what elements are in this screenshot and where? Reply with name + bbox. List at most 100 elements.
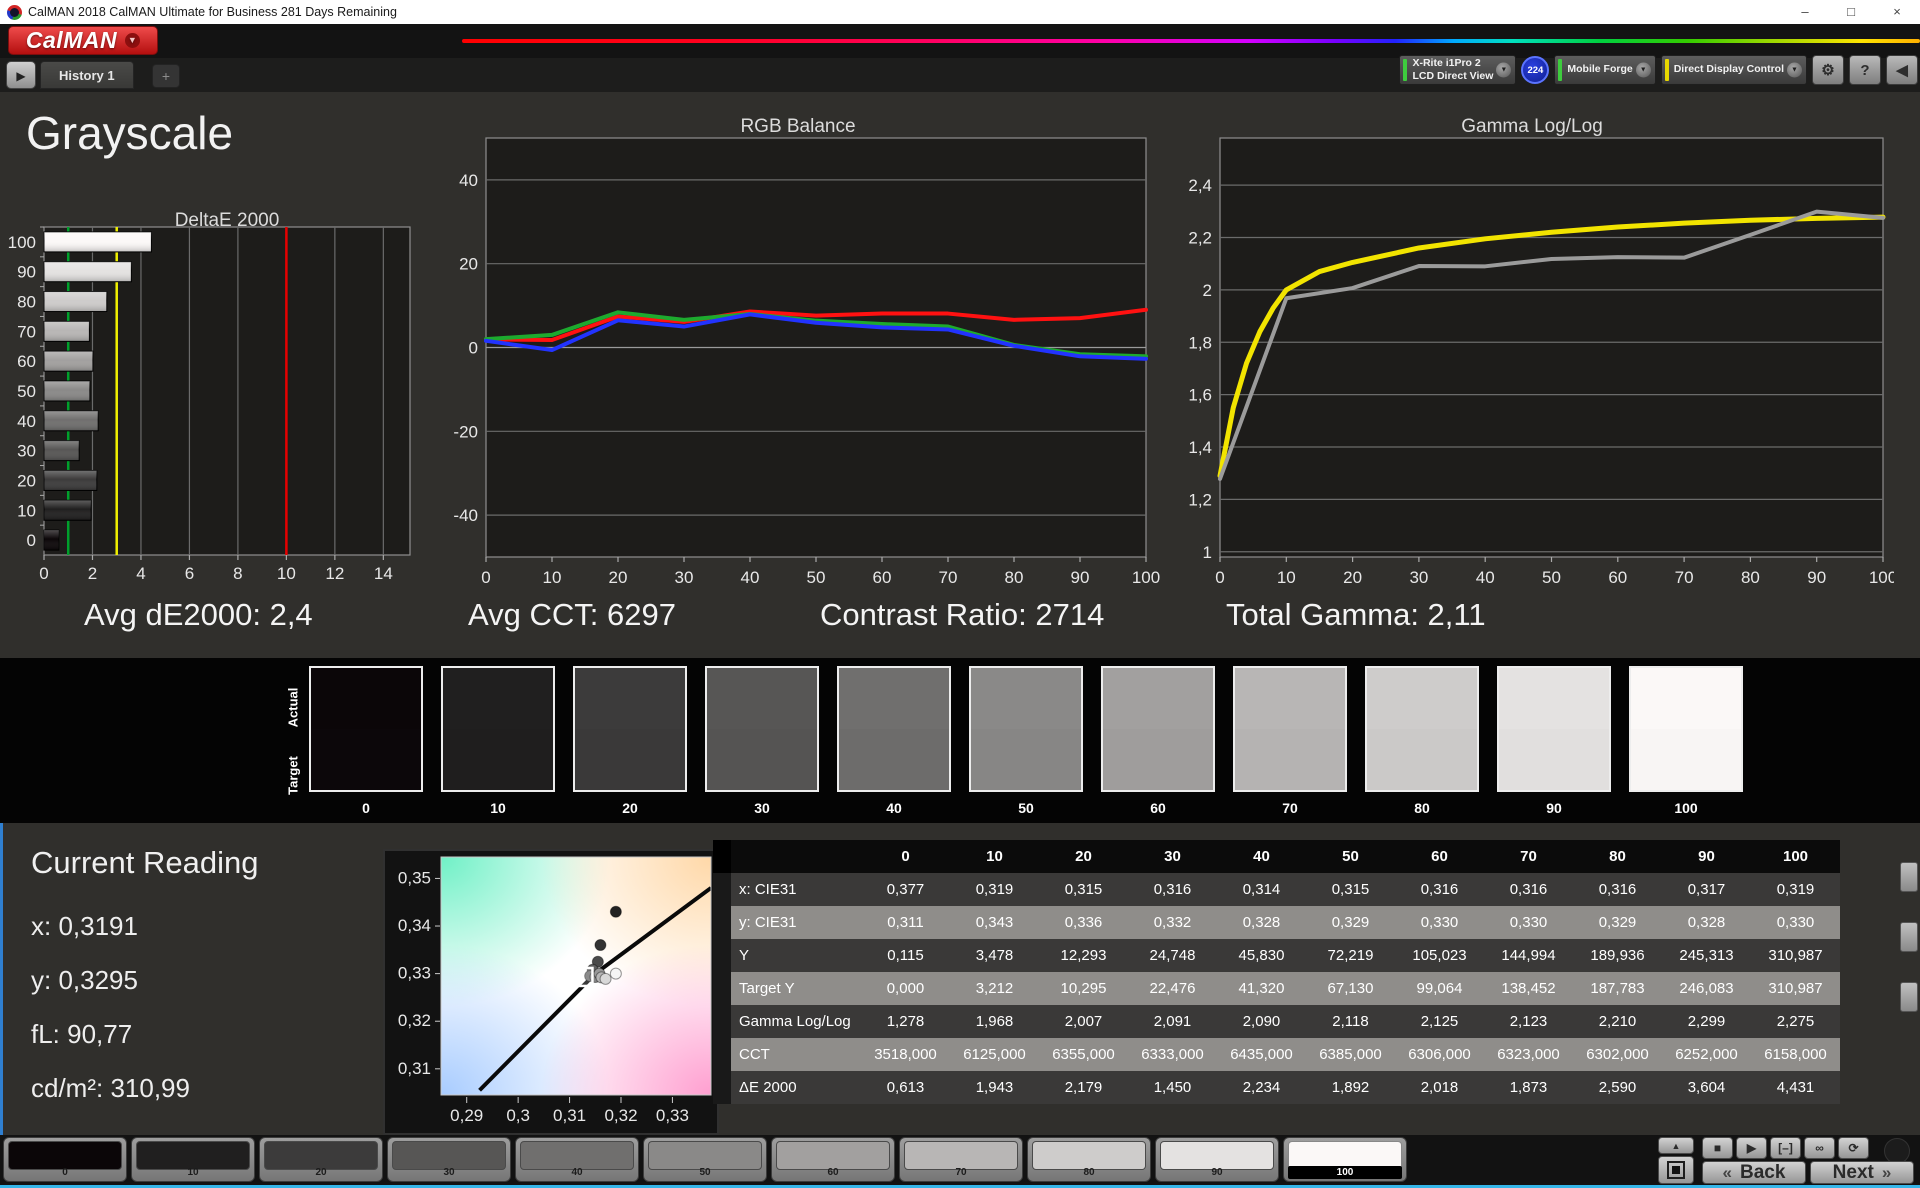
patch-button-80[interactable]: 80 [1027,1137,1151,1182]
close-button[interactable]: × [1874,0,1920,24]
play-button[interactable]: ▶ [1736,1137,1767,1159]
spectrum-bar [462,39,1920,43]
patch-button-30[interactable]: 30 [387,1137,511,1182]
column-header-60: 60 [1395,840,1484,873]
page-title: Grayscale [26,107,234,159]
patch-button-90[interactable]: 90 [1155,1137,1279,1182]
patch-label: 30 [443,1167,455,1178]
patch-button-50[interactable]: 50 [643,1137,767,1182]
table-cell: 310,987 [1751,972,1840,1005]
collapse-panel-button[interactable]: ◀ [1886,55,1918,85]
patch-button-40[interactable]: 40 [515,1137,639,1182]
loop-button[interactable]: ∞ [1804,1137,1835,1159]
table-cell: 0,311 [861,906,950,939]
svg-text:14: 14 [374,564,393,583]
calman-menu-button[interactable]: CalMAN ▼ [8,26,158,55]
back-button[interactable]: « Back [1702,1161,1806,1184]
svg-text:10: 10 [543,568,562,587]
table-cell: 6333,000 [1128,1038,1217,1071]
calman-window: CalMAN 2018 CalMAN Ultimate for Business… [0,0,1920,1188]
table-cell: 3,478 [950,939,1039,972]
table-cell: 2,123 [1484,1005,1573,1038]
help-button[interactable]: ? [1849,55,1881,85]
grayscale-layout: Grayscale DeltaE 2000 RGB Balance Gamma … [0,92,1920,658]
svg-text:100: 100 [8,233,36,252]
table-cell: 1,450 [1128,1071,1217,1104]
maximize-button[interactable]: □ [1828,0,1874,24]
refresh-icon: ⟳ [1848,1141,1859,1155]
refresh-button[interactable]: ⟳ [1838,1137,1869,1159]
table-gutter [713,972,731,1005]
gamma-chart: 2,4 2,2 2 1,8 1,6 1,4 1,2 10 10 20 30 40 50 60 70 80 90 1… [1188,137,1894,587]
svg-text:30: 30 [675,568,694,587]
patch-label: 40 [571,1167,583,1178]
svg-text:10: 10 [17,501,36,520]
measurement-point [599,972,612,985]
table-cell: 1,892 [1306,1071,1395,1104]
stop-button[interactable]: ■ [1702,1137,1733,1159]
row-label: Y [731,939,861,972]
gear-icon: ⚙ [1821,62,1835,79]
table-cell: 0,315 [1039,873,1128,906]
stop-icon: ■ [1713,1141,1722,1155]
table-cell: 0,336 [1039,906,1128,939]
column-header-80: 80 [1573,840,1662,873]
panel-edge-handle[interactable] [1900,982,1918,1012]
patch-button-20[interactable]: 20 [259,1137,383,1182]
table-cell: 10,295 [1039,972,1128,1005]
swatch-target [311,729,421,790]
swatch-label: 70 [1282,800,1298,816]
next-button[interactable]: Next » [1810,1161,1914,1184]
rgb-balance-chart: 40 20 0 -20 -40 0 10 20 30 40 50 60 70 80 90 100 [453,137,1160,587]
swatch-target [1499,729,1609,790]
row-label: Gamma Log/Log [731,1005,861,1038]
panel-edge-handle[interactable] [1900,862,1918,892]
add-tab-button[interactable]: + [152,64,180,88]
swatch-90 [1497,666,1611,792]
svg-text:0,33: 0,33 [398,964,431,983]
table-cell: 1,278 [861,1005,950,1038]
patch-button-100[interactable]: 100 [1283,1137,1407,1182]
swatch-label: 30 [754,800,770,816]
table-cell: 1,943 [950,1071,1039,1104]
swatch-30 [705,666,819,792]
svg-text:0: 0 [1215,568,1224,587]
swatch-50 [969,666,1083,792]
patch-button-10[interactable]: 10 [131,1137,255,1182]
table-cell: 0,316 [1484,873,1573,906]
row-label: x: CIE31 [731,873,861,906]
pattern-window-button[interactable] [1658,1156,1694,1184]
target-point-square [573,966,594,988]
patch-button-70[interactable]: 70 [899,1137,1023,1182]
patch-button-60[interactable]: 60 [771,1137,895,1182]
tab-history-1[interactable]: History 1 [40,61,134,89]
table-cell: 2,125 [1395,1005,1484,1038]
patch-label: 80 [1083,1167,1095,1178]
measurement-point [609,905,622,918]
measurement-table: 0 10 20 30 40 50 60 70 80 90 100 x: CIE31 0,377 0,319… [713,840,1840,1104]
display-control-dropdown[interactable]: Direct Display Control ▼ [1660,55,1807,85]
swatch-actual [1631,668,1741,729]
minimize-button[interactable]: – [1782,0,1828,24]
tab-scroll-button[interactable]: ▶ [6,61,36,89]
patch-button-0[interactable]: 0 [3,1137,127,1182]
swatch-target [1235,729,1345,790]
step-button[interactable]: [–] [1770,1137,1801,1159]
swatch-label: 90 [1546,800,1562,816]
svg-text:80: 80 [17,293,36,312]
settings-button[interactable]: ⚙ [1812,55,1844,85]
swatch-actual [1499,668,1609,729]
panel-edge-handle[interactable] [1900,922,1918,952]
svg-text:0,32: 0,32 [398,1011,431,1030]
patch-label: 10 [187,1167,199,1178]
exposure-badge[interactable]: 224 [1521,56,1550,84]
patch-label: 60 [827,1167,839,1178]
pattern-up-button[interactable]: ▲ [1658,1137,1694,1154]
meter-device-dropdown[interactable]: X-Rite i1Pro 2 LCD Direct View ▼ [1399,55,1517,85]
swatch-100 [1629,666,1743,792]
summary-avg-cct: Avg CCT: 6297 [468,597,676,632]
table-cell: 0,316 [1395,873,1484,906]
table-cell: 189,936 [1573,939,1662,972]
svg-text:20: 20 [1343,568,1362,587]
pattern-source-dropdown[interactable]: Mobile Forge ▼ [1554,55,1656,85]
